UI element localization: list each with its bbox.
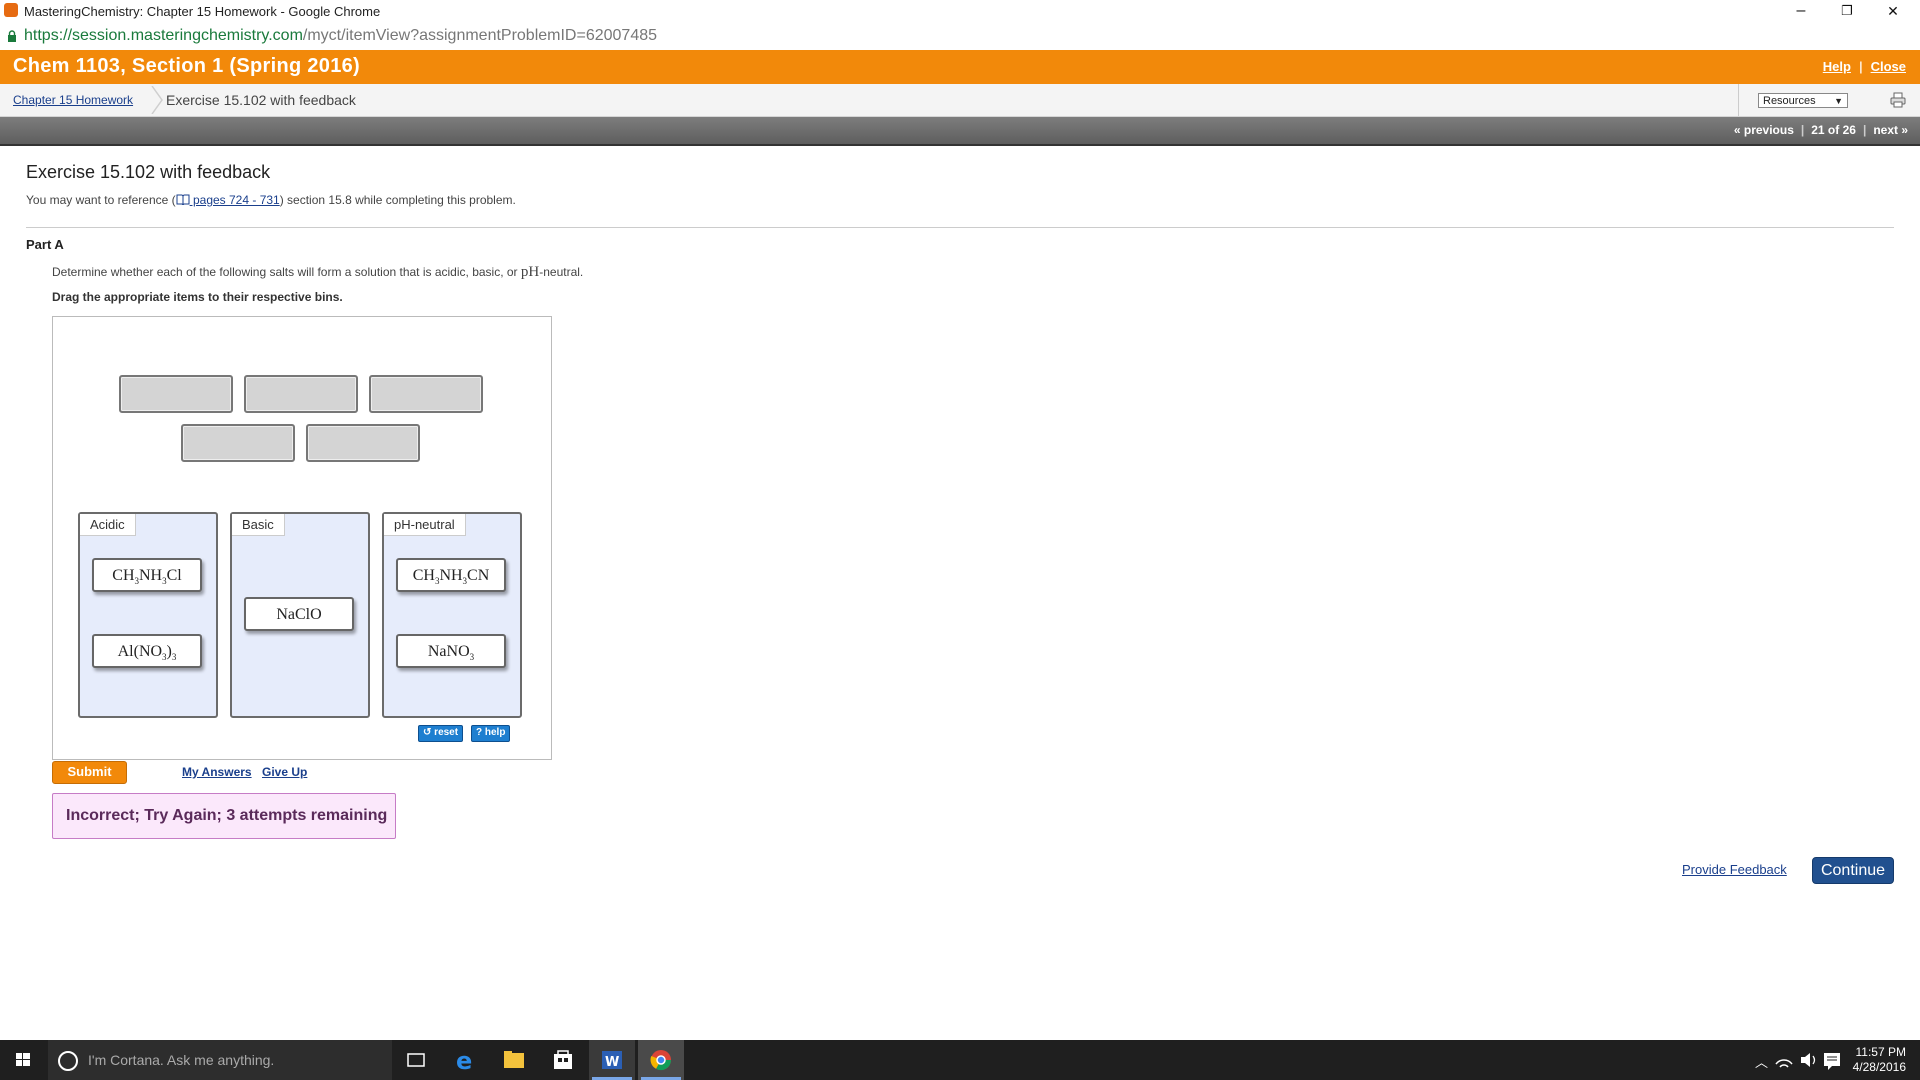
help-link[interactable]: Help [1823,59,1851,74]
action-center-icon[interactable] [1820,1040,1846,1080]
url-text[interactable]: https://session.masteringchemistry.com/m… [24,27,657,45]
bin-basic-label: Basic [232,514,285,536]
edge-browser-icon[interactable]: e [442,1040,488,1080]
minimize-button[interactable]: – [1778,0,1824,24]
empty-item-slot[interactable] [181,424,295,462]
svg-text:e: e [456,1047,472,1075]
bin-ph-neutral-label: pH-neutral [384,514,466,536]
header-links: Help | Close [1823,59,1906,74]
tray-chevron-up-icon[interactable]: ︿ [1755,1052,1768,1071]
bin-basic[interactable]: Basic NaClO [230,512,370,718]
divider [26,227,1894,228]
help-button[interactable]: ? help [471,725,511,742]
exercise-title: Exercise 15.102 with feedback [26,162,271,182]
empty-item-slot[interactable] [369,375,483,413]
breadcrumb: Chapter 15 Homework Exercise 15.102 with… [0,84,1920,117]
salt-alno33[interactable]: Al(NO3)3 [92,634,202,668]
part-a-heading: Part A [26,237,64,252]
browser-title-bar: MasteringChemistry: Chapter 15 Homework … [0,0,1920,24]
resources-dropdown[interactable]: Resources ▼ [1758,93,1848,108]
book-icon [176,194,190,205]
lock-icon [8,30,16,42]
close-link[interactable]: Close [1871,59,1906,74]
previous-link[interactable]: « previous [1734,123,1794,137]
bin-ph-neutral[interactable]: pH-neutral CH3NH3CN NaNO3 [382,512,522,718]
word-icon[interactable]: W [589,1040,635,1080]
url-path: /myct/itemView?assignmentProblemID=62007… [302,27,658,44]
empty-item-slot[interactable] [306,424,420,462]
print-icon[interactable] [1890,92,1906,108]
windows-start-icon[interactable] [0,1040,46,1080]
give-up-link[interactable]: Give Up [262,765,307,779]
volume-icon[interactable] [1796,1040,1820,1080]
svg-text:W: W [605,1055,619,1070]
nav-separator: | [1862,123,1867,137]
bin-acidic-label: Acidic [80,514,136,536]
feedback-message: Incorrect; Try Again; 3 attempts remaini… [52,793,396,839]
mastering-favicon-icon [4,3,18,17]
close-window-button[interactable]: ✕ [1870,0,1916,24]
empty-item-slot[interactable] [244,375,358,413]
task-view-icon[interactable] [393,1040,439,1080]
restore-button[interactable]: ❐ [1824,0,1870,24]
instructions-suffix: -neutral. [539,265,584,279]
problem-nav: « previous | 21 of 26 | next » [1734,123,1908,137]
windows-taskbar: I'm Cortana. Ask me anything. e W ︿ 11:5… [0,1040,1920,1080]
reference-line: You may want to reference ( pages 724 - … [26,193,516,207]
window-title: MasteringChemistry: Chapter 15 Homework … [24,4,381,19]
drag-instructions: Drag the appropriate items to their resp… [52,290,343,304]
salt-naclo[interactable]: NaClO [244,597,354,631]
url-host: https://session.masteringchemistry.com [24,27,303,44]
chrome-icon[interactable] [638,1040,684,1080]
wifi-icon[interactable] [1772,1040,1796,1080]
instructions-ph: pH [520,264,540,280]
submit-button[interactable]: Submit [52,761,127,784]
textbook-pages-text: pages 724 - 731 [189,193,280,207]
my-answers-link[interactable]: My Answers [182,765,252,779]
salt-ch3nh3cl[interactable]: CH3NH3Cl [92,558,202,592]
course-title: Chem 1103, Section 1 (Spring 2016) [13,55,360,77]
instructions: Determine whether each of the following … [52,264,583,281]
header-link-separator: | [1858,59,1863,74]
drag-drop-area: Acidic CH3NH3Cl Al(NO3)3 Basic NaClO pH-… [52,316,552,760]
cortana-icon [58,1051,78,1071]
cortana-search-box[interactable]: I'm Cortana. Ask me anything. [48,1040,392,1080]
clock-time: 11:57 PM [1855,1045,1906,1059]
resources-selected: Resources [1763,95,1816,107]
breadcrumb-current: Exercise 15.102 with feedback [166,92,356,108]
reset-label: reset [434,727,459,738]
empty-item-slot[interactable] [119,375,233,413]
course-header: Chem 1103, Section 1 (Spring 2016) Help |… [0,50,1920,84]
breadcrumb-chapter-link[interactable]: Chapter 15 Homework [13,93,133,107]
store-icon[interactable] [540,1040,586,1080]
problem-position: 21 of 26 [1811,123,1856,137]
clock[interactable]: 11:57 PM 4/28/2016 [1853,1045,1906,1075]
reference-suffix: ) section 15.8 while completing this pro… [279,193,516,207]
salt-nano3[interactable]: NaNO3 [396,634,506,668]
address-bar[interactable]: https://session.masteringchemistry.com/m… [0,24,1920,51]
dropdown-arrow-icon: ▼ [1834,96,1843,106]
reference-prefix: You may want to reference ( [26,193,176,207]
breadcrumb-chevron-icon [151,86,163,114]
cortana-placeholder: I'm Cortana. Ask me anything. [88,1052,275,1068]
provide-feedback-link[interactable]: Provide Feedback [1682,862,1787,877]
reset-button[interactable]: ↺ reset [418,725,464,742]
instructions-prefix: Determine whether each of the following … [52,265,521,279]
clock-date: 4/28/2016 [1852,1060,1906,1074]
bin-acidic[interactable]: Acidic CH3NH3Cl Al(NO3)3 [78,512,218,718]
nav-separator: | [1800,123,1805,137]
continue-button[interactable]: Continue [1812,857,1894,884]
reset-icon: ↺ [423,727,435,738]
file-explorer-icon[interactable] [491,1040,537,1080]
next-link[interactable]: next » [1873,123,1908,137]
problem-nav-bar: « previous | 21 of 26 | next » [0,117,1920,146]
textbook-pages-link[interactable]: pages 724 - 731 [176,193,280,207]
salt-ch3nh3cn[interactable]: CH3NH3CN [396,558,506,592]
